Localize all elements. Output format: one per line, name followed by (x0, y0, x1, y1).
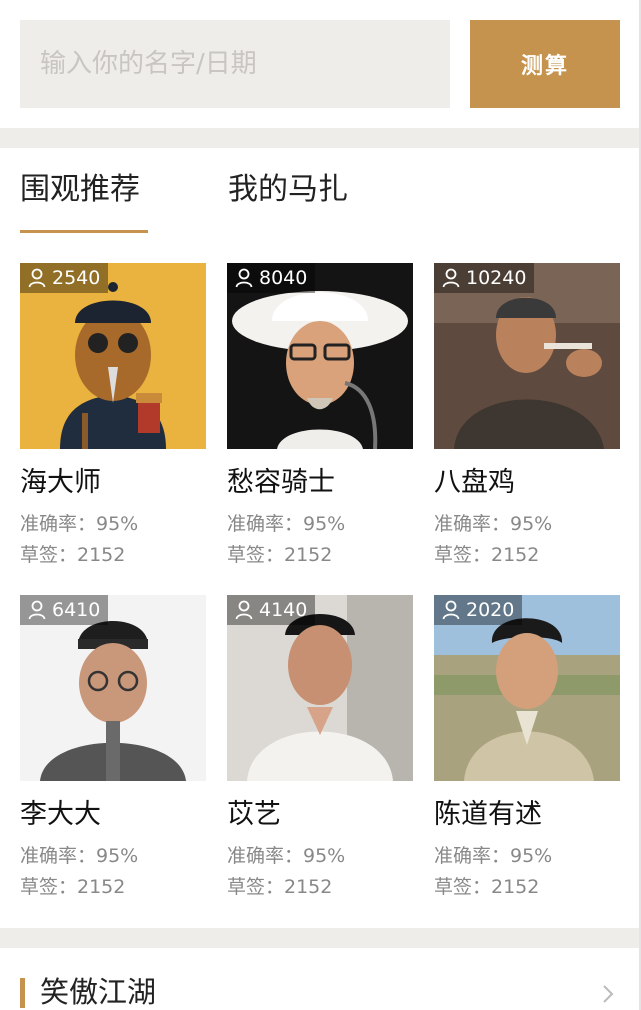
view-count-badge: 8040 (227, 263, 316, 293)
master-name: 苡艺 (227, 799, 281, 830)
view-count-badge: 2020 (434, 595, 523, 625)
view-count: 10240 (466, 267, 527, 289)
view-count: 2020 (466, 599, 515, 621)
view-count-badge: 4140 (227, 595, 316, 625)
master-card[interactable]: 10240 八盘鸡 准确率：95% 草签：2152 (434, 263, 620, 573)
view-count: 6410 (52, 599, 101, 621)
draw-count-text: 草签：2152 (434, 544, 540, 566)
section-header[interactable]: 笑傲江湖 (0, 948, 641, 1010)
active-tab-indicator (20, 230, 148, 233)
master-photo: 4140 (227, 595, 413, 781)
view-count: 4140 (259, 599, 308, 621)
user-icon (442, 268, 460, 288)
tab-bar: 围观推荐 我的马扎 (0, 148, 641, 234)
tab-recommend[interactable]: 围观推荐 (20, 170, 140, 210)
user-icon (28, 600, 46, 620)
master-name: 陈道有述 (434, 799, 542, 830)
master-card[interactable]: 8040 愁容骑士 准确率：95% 草签：2152 (227, 263, 413, 573)
master-photo: 2540 (20, 263, 206, 449)
user-icon (235, 268, 253, 288)
master-photo: 6410 (20, 595, 206, 781)
accuracy-text: 准确率：95% (434, 513, 553, 535)
view-count-badge: 2540 (20, 263, 109, 293)
accuracy-text: 准确率：95% (20, 845, 139, 867)
master-name: 李大大 (20, 799, 101, 830)
master-card[interactable]: 6410 李大大 准确率：95% 草签：2152 (20, 595, 206, 905)
master-photo: 2020 (434, 595, 620, 781)
master-card[interactable]: 2540 海大师 准确率：95% 草签：2152 (20, 263, 206, 573)
search-bar: 测算 (0, 0, 641, 128)
user-icon (442, 600, 460, 620)
master-name: 八盘鸡 (434, 467, 515, 498)
section-accent-bar (20, 978, 25, 1008)
accuracy-text: 准确率：95% (227, 513, 346, 535)
view-count-badge: 10240 (434, 263, 535, 293)
master-card[interactable]: 4140 苡艺 准确率：95% 草签：2152 (227, 595, 413, 905)
draw-count-text: 草签：2152 (434, 876, 540, 898)
view-count: 2540 (52, 267, 101, 289)
chevron-right-icon[interactable] (602, 984, 614, 1004)
draw-count-text: 草签：2152 (20, 876, 126, 898)
master-name: 海大师 (20, 467, 101, 498)
tab-my-mazha[interactable]: 我的马扎 (228, 170, 348, 210)
master-name: 愁容骑士 (227, 467, 335, 498)
user-icon (235, 600, 253, 620)
accuracy-text: 准确率：95% (227, 845, 346, 867)
draw-count-text: 草签：2152 (227, 876, 333, 898)
accuracy-text: 准确率：95% (434, 845, 553, 867)
master-card[interactable]: 2020 陈道有述 准确率：95% 草签：2152 (434, 595, 620, 905)
search-input[interactable] (20, 20, 450, 108)
user-icon (28, 268, 46, 288)
calculate-button[interactable]: 测算 (470, 20, 620, 108)
recommend-panel: 围观推荐 我的马扎 2540 海大师 准确率：95% 草签：2152 8040 … (0, 148, 641, 928)
section-divider (0, 928, 641, 948)
view-count-badge: 6410 (20, 595, 109, 625)
master-photo: 10240 (434, 263, 620, 449)
section-divider (0, 128, 641, 148)
draw-count-text: 草签：2152 (227, 544, 333, 566)
accuracy-text: 准确率：95% (20, 513, 139, 535)
section-title: 笑傲江湖 (40, 975, 157, 1009)
draw-count-text: 草签：2152 (20, 544, 126, 566)
master-photo: 8040 (227, 263, 413, 449)
view-count: 8040 (259, 267, 308, 289)
master-grid: 2540 海大师 准确率：95% 草签：2152 8040 愁容骑士 准确率：9… (20, 263, 620, 923)
